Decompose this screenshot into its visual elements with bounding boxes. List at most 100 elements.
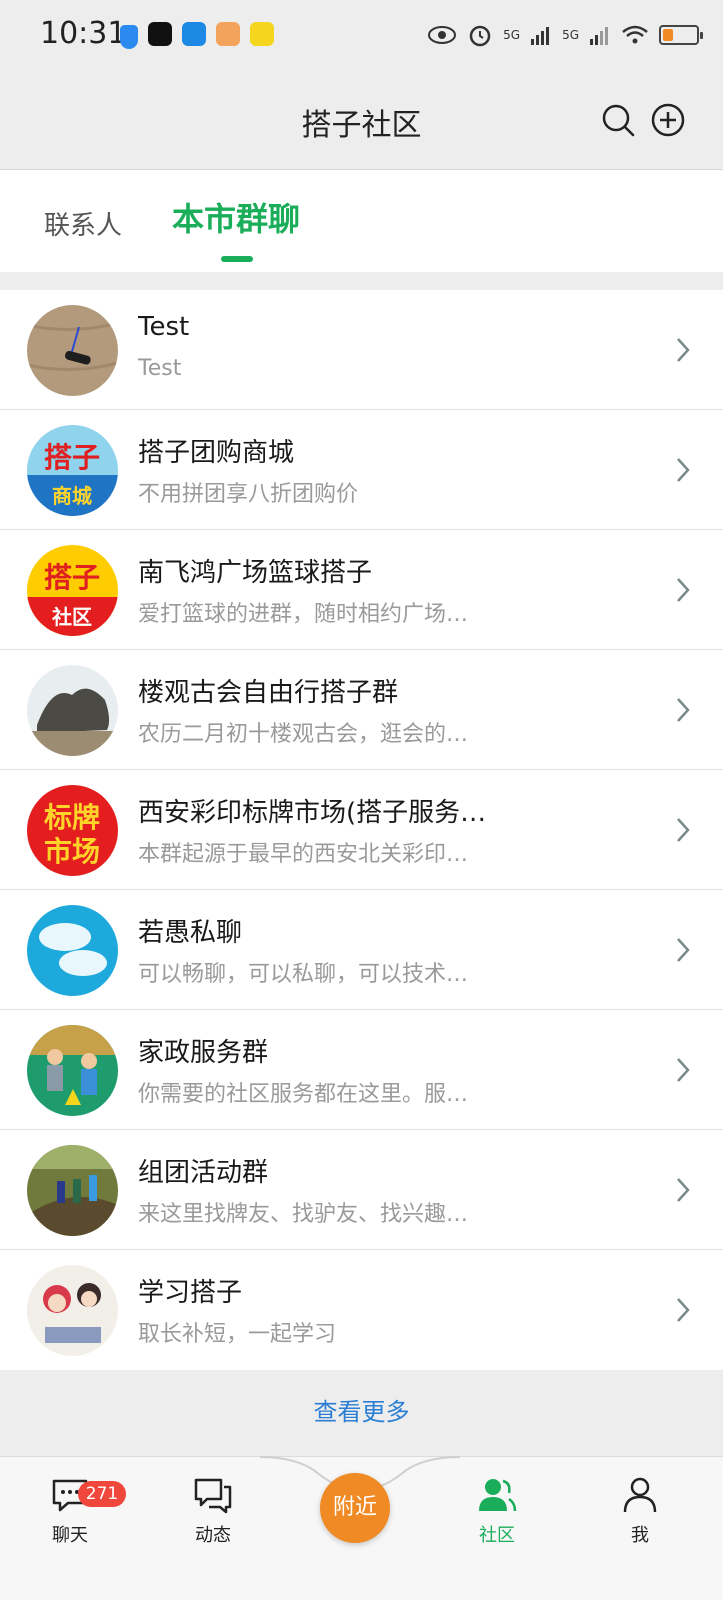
search-icon[interactable] bbox=[600, 102, 636, 138]
chevron-right-icon bbox=[677, 338, 690, 362]
chat-bubbles-avatar bbox=[27, 905, 118, 996]
status-indicators: 5G 5G bbox=[427, 22, 703, 48]
group-avatar: 搭子 社区 bbox=[27, 545, 118, 636]
group-subtitle: 可以畅聊，可以私聊，可以技术… bbox=[138, 962, 469, 987]
status-app-icons bbox=[120, 22, 274, 49]
group-subtitle: 农历二月初十楼观古会，逛会的… bbox=[138, 722, 469, 747]
group-subtitle: Test bbox=[138, 356, 182, 381]
status-bar: 10:31 5G 5G bbox=[0, 0, 723, 72]
housekeeping-avatar bbox=[27, 1025, 118, 1116]
group-subtitle: 你需要的社区服务都在这里。服… bbox=[138, 1082, 469, 1107]
group-row[interactable]: Test Test bbox=[0, 290, 723, 410]
group-row[interactable]: 家政服务群 你需要的社区服务都在这里。服… bbox=[0, 1010, 723, 1130]
group-avatar bbox=[27, 1025, 118, 1116]
group-row[interactable]: 楼观古会自由行搭子群 农历二月初十楼观古会，逛会的… bbox=[0, 650, 723, 770]
group-title: 若愚私聊 bbox=[138, 918, 243, 948]
tiktok-app-icon bbox=[148, 22, 172, 46]
group-row[interactable]: 搭子 社区 南飞鸿广场篮球搭子 爱打篮球的进群，随时相约广场… bbox=[0, 530, 723, 650]
svg-text:标牌: 标牌 bbox=[44, 801, 100, 834]
group-title: 楼观古会自由行搭子群 bbox=[138, 678, 399, 708]
group-avatar bbox=[27, 305, 118, 396]
wood-photo-avatar bbox=[27, 305, 118, 396]
battery-level bbox=[663, 29, 673, 41]
chevron-right-icon bbox=[677, 938, 690, 962]
group-row[interactable]: 组团活动群 来这里找牌友、找驴友、找兴趣… bbox=[0, 1130, 723, 1250]
group-title: 搭子团购商城 bbox=[138, 438, 295, 468]
group-avatar bbox=[27, 665, 118, 756]
group-row[interactable]: 若愚私聊 可以畅聊，可以私聊，可以技术… bbox=[0, 890, 723, 1010]
eye-icon bbox=[428, 26, 457, 44]
chevron-right-icon bbox=[677, 1058, 690, 1082]
study-anime-avatar bbox=[27, 1265, 118, 1356]
group-title: Test bbox=[138, 312, 190, 342]
wifi-icon bbox=[622, 25, 648, 44]
chevron-right-icon bbox=[677, 458, 690, 482]
group-row[interactable]: 标牌 市场 西安彩印标牌市场(搭子服务… 本群起源于最早的西安北关彩印… bbox=[0, 770, 723, 890]
shield-app-icon bbox=[120, 25, 138, 49]
group-title: 西安彩印标牌市场(搭子服务… bbox=[138, 798, 487, 828]
group-subtitle: 取长补短，一起学习 bbox=[138, 1322, 337, 1347]
battery-icon bbox=[659, 25, 703, 45]
tab-chat[interactable]: 聊天 271 bbox=[20, 1475, 126, 1547]
group-subtitle: 爱打篮球的进群，随时相约广场… bbox=[138, 602, 469, 627]
group-title: 学习搭子 bbox=[138, 1278, 243, 1308]
unread-badge: 271 bbox=[78, 1481, 126, 1507]
svg-text:搭子: 搭子 bbox=[44, 441, 100, 474]
app-header: 搭子社区 bbox=[0, 72, 723, 170]
group-title: 南飞鸿广场篮球搭子 bbox=[138, 558, 373, 588]
signal-icon-2 bbox=[590, 27, 608, 45]
group-row[interactable]: 学习搭子 取长补短，一起学习 bbox=[0, 1250, 723, 1370]
group-title: 家政服务群 bbox=[138, 1038, 269, 1068]
group-avatar: 搭子 商城 bbox=[27, 425, 118, 516]
group-avatar bbox=[27, 1265, 118, 1356]
tab-me-label: 我 bbox=[631, 1525, 649, 1546]
section-divider bbox=[0, 272, 723, 290]
tab-contacts[interactable]: 联系人 bbox=[44, 172, 122, 274]
community-logo-avatar: 搭子 社区 bbox=[27, 545, 118, 636]
statue-photo-avatar bbox=[27, 665, 118, 756]
tab-bar-top: 联系人 本市群聊 bbox=[0, 170, 723, 272]
svg-text:市场: 市场 bbox=[44, 835, 100, 868]
chevron-right-icon bbox=[677, 578, 690, 602]
tab-me[interactable]: 我 bbox=[590, 1475, 690, 1547]
person-icon bbox=[623, 1477, 657, 1513]
group-title: 组团活动群 bbox=[138, 1158, 269, 1188]
group-subtitle: 不用拼团享八折团购价 bbox=[138, 482, 359, 507]
group-avatar: 标牌 市场 bbox=[27, 785, 118, 876]
discussion-icon bbox=[194, 1478, 232, 1514]
group-list: Test Test 搭子 商城 搭子团购商城 不用拼团享八折团购价 搭子 社区 … bbox=[0, 290, 723, 1370]
message-app-icon bbox=[182, 22, 206, 46]
tab-moments-label: 动态 bbox=[195, 1525, 231, 1546]
sign-market-logo-avatar: 标牌 市场 bbox=[27, 785, 118, 876]
community-people-icon bbox=[479, 1479, 517, 1512]
signal-icon bbox=[531, 27, 550, 45]
yellow-app-icon bbox=[250, 22, 274, 46]
hiking-photo-avatar bbox=[27, 1145, 118, 1236]
chevron-right-icon bbox=[677, 1298, 690, 1322]
signal-label-1: 5G bbox=[503, 28, 521, 42]
tab-moments[interactable]: 动态 bbox=[163, 1475, 263, 1547]
svg-text:搭子: 搭子 bbox=[44, 561, 100, 594]
signal-label-2: 5G bbox=[562, 28, 579, 42]
chevron-right-icon bbox=[677, 698, 690, 722]
tab-community-label: 社区 bbox=[479, 1525, 515, 1546]
plus-circle-icon[interactable] bbox=[650, 102, 686, 138]
game-app-icon bbox=[216, 22, 240, 46]
svg-text:社区: 社区 bbox=[51, 605, 92, 629]
alarm-icon bbox=[469, 25, 491, 47]
group-avatar bbox=[27, 1145, 118, 1236]
chevron-right-icon bbox=[677, 818, 690, 842]
group-row[interactable]: 搭子 商城 搭子团购商城 不用拼团享八折团购价 bbox=[0, 410, 723, 530]
tab-chat-label: 聊天 bbox=[52, 1525, 88, 1546]
group-subtitle: 本群起源于最早的西安北关彩印… bbox=[138, 842, 469, 867]
bottom-tab-bar: 聊天 271 动态 附近 社区 我 bbox=[0, 1456, 723, 1600]
status-time: 10:31 bbox=[40, 16, 127, 51]
nearby-button[interactable]: 附近 bbox=[320, 1473, 390, 1543]
group-subtitle: 来这里找牌友、找驴友、找兴趣… bbox=[138, 1202, 469, 1227]
group-avatar bbox=[27, 905, 118, 996]
tab-community[interactable]: 社区 bbox=[447, 1475, 547, 1547]
svg-text:商城: 商城 bbox=[52, 484, 92, 508]
tab-active-indicator bbox=[221, 256, 253, 262]
view-more-link[interactable]: 查看更多 bbox=[0, 1370, 723, 1456]
tab-city-groups[interactable]: 本市群聊 bbox=[172, 166, 300, 268]
